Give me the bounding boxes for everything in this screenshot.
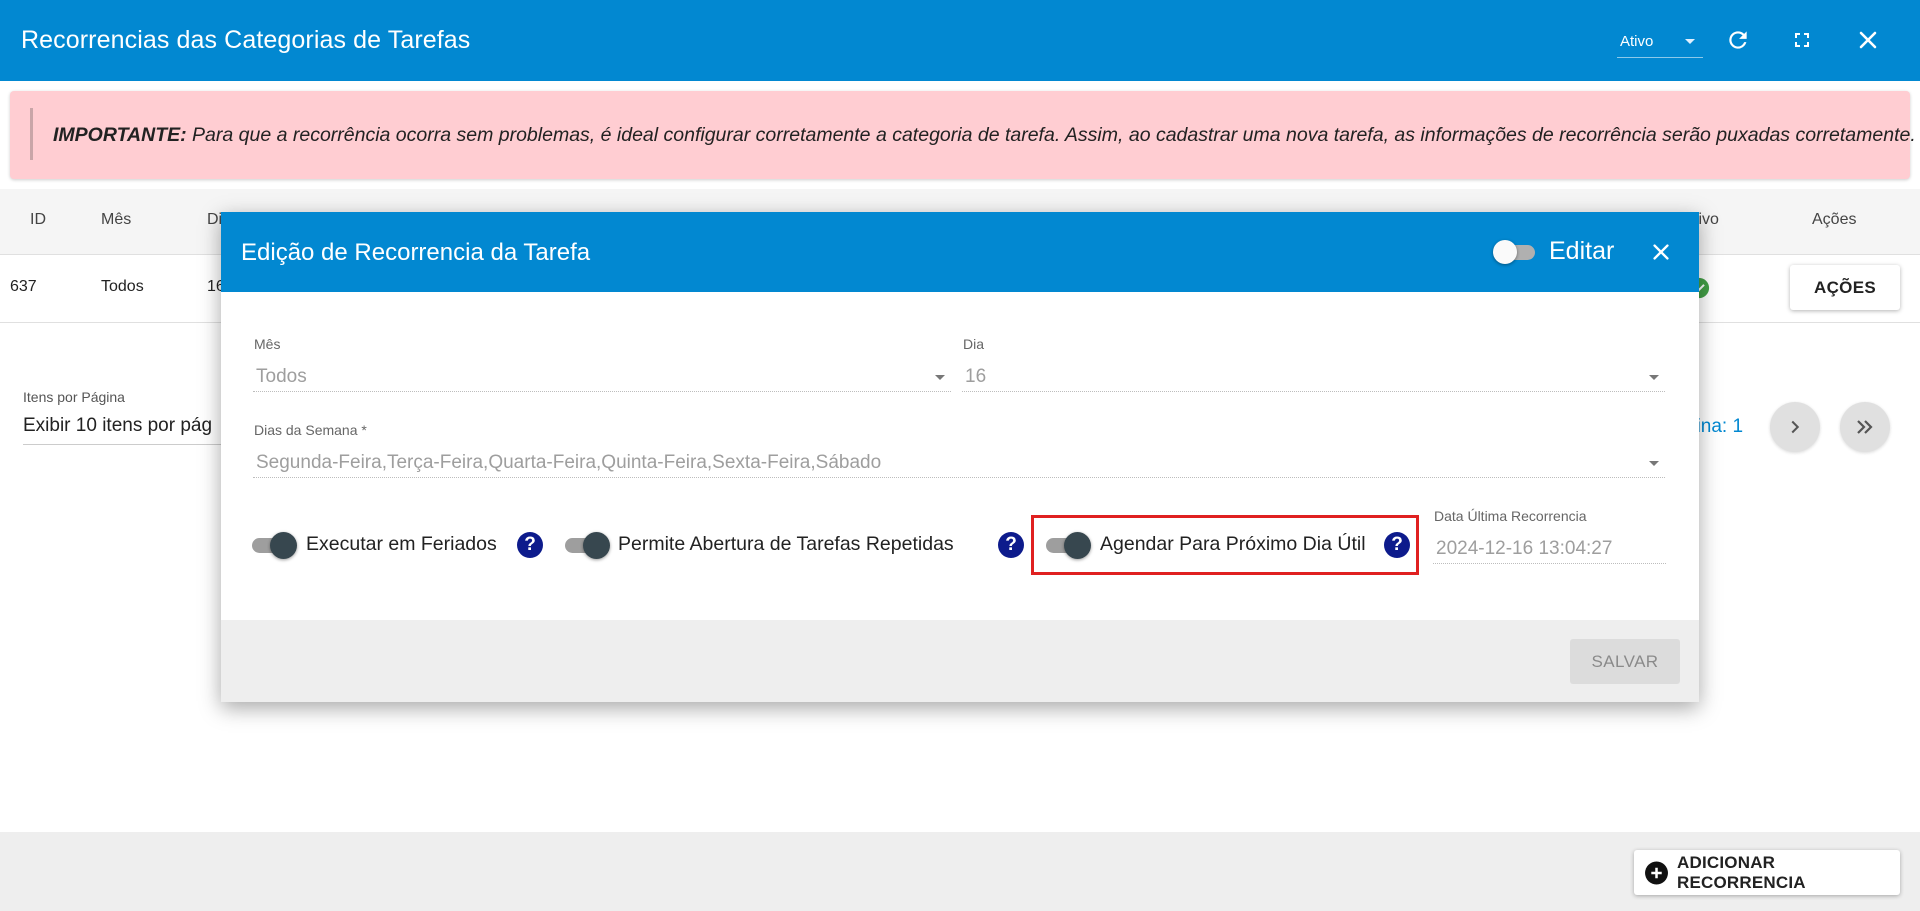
ultima-recorrencia-field[interactable]: 2024-12-16 13:04:27 bbox=[1433, 532, 1666, 564]
chevron-right-icon bbox=[1791, 420, 1800, 434]
dialog-footer bbox=[221, 620, 1699, 702]
status-select-value: Ativo bbox=[1620, 33, 1654, 50]
edit-toggle[interactable] bbox=[1493, 239, 1537, 265]
edit-label: Editar bbox=[1549, 237, 1615, 265]
dialog-title: Edição de Recorrencia da Tarefa bbox=[241, 239, 591, 266]
proximo-dia-util-label: Agendar Para Próximo Dia Útil bbox=[1100, 533, 1366, 555]
items-per-page-select[interactable]: Exibir 10 itens por pág bbox=[23, 415, 223, 445]
caret-down-icon bbox=[1685, 39, 1695, 44]
items-per-page-label: Itens por Página bbox=[23, 389, 125, 405]
edit-toggle-knob bbox=[1493, 240, 1517, 264]
repetidas-toggle[interactable] bbox=[565, 531, 611, 559]
add-circle-icon bbox=[1645, 861, 1668, 884]
mes-select[interactable]: Todos bbox=[253, 360, 951, 392]
col-id: ID bbox=[30, 211, 46, 228]
mes-label: Mês bbox=[254, 336, 281, 352]
help-icon[interactable]: ? bbox=[1384, 532, 1410, 558]
last-page-button[interactable] bbox=[1840, 402, 1890, 452]
ultima-recorrencia-label: Data Última Recorrencia bbox=[1434, 508, 1587, 524]
repetidas-label: Permite Abertura de Tarefas Repetidas bbox=[618, 533, 954, 555]
add-recurrence-label: ADICIONAR RECORRENCIA bbox=[1677, 852, 1806, 892]
dias-semana-select[interactable]: Segunda-Feira,Terça-Feira,Quarta-Feira,Q… bbox=[253, 446, 1665, 478]
notice-accent-bar bbox=[30, 108, 33, 160]
proximo-dia-util-toggle-knob bbox=[1064, 532, 1091, 559]
dias-semana-value: Segunda-Feira,Terça-Feira,Quarta-Feira,Q… bbox=[256, 452, 882, 473]
add-recurrence-button[interactable]: ADICIONAR RECORRENCIA bbox=[1634, 850, 1900, 895]
notice-text: IMPORTANTE: Para que a recorrência ocorr… bbox=[53, 124, 1916, 147]
caret-down-icon bbox=[1649, 375, 1659, 380]
status-select[interactable]: Ativo bbox=[1617, 24, 1703, 58]
close-icon[interactable] bbox=[1850, 22, 1886, 58]
save-button[interactable]: SALVAR bbox=[1570, 639, 1680, 684]
help-icon[interactable]: ? bbox=[998, 532, 1024, 558]
app-header: Recorrencias das Categorias de Tarefas A… bbox=[0, 0, 1920, 81]
double-chevron-right-icon bbox=[1857, 420, 1873, 434]
row-actions-button[interactable]: AÇÕES bbox=[1790, 265, 1900, 310]
refresh-icon[interactable] bbox=[1720, 22, 1756, 58]
row-mes: Todos bbox=[101, 278, 144, 295]
feriados-toggle[interactable] bbox=[252, 531, 298, 559]
notice-strong: IMPORTANTE: bbox=[53, 124, 187, 146]
feriados-toggle-knob bbox=[270, 532, 297, 559]
col-mes: Mês bbox=[101, 211, 132, 228]
row-id: 637 bbox=[10, 278, 37, 295]
dialog-close-icon[interactable] bbox=[1645, 236, 1677, 268]
dia-select[interactable]: 16 bbox=[962, 360, 1665, 392]
caret-down-icon bbox=[935, 375, 945, 380]
col-acoes: Ações bbox=[1812, 211, 1857, 228]
caret-down-icon bbox=[1649, 461, 1659, 466]
help-icon[interactable]: ? bbox=[517, 532, 543, 558]
ultima-recorrencia-value: 2024-12-16 13:04:27 bbox=[1436, 538, 1613, 559]
mes-value: Todos bbox=[256, 366, 307, 387]
fullscreen-icon[interactable] bbox=[1784, 22, 1820, 58]
next-page-button[interactable] bbox=[1770, 402, 1820, 452]
page-title: Recorrencias das Categorias de Tarefas bbox=[21, 26, 471, 54]
feriados-label: Executar em Feriados bbox=[306, 533, 497, 555]
page-footer bbox=[0, 832, 1920, 911]
col-dia: Di bbox=[207, 211, 223, 228]
dia-value: 16 bbox=[965, 366, 987, 387]
dias-semana-label: Dias da Semana * bbox=[254, 422, 367, 438]
important-notice: IMPORTANTE: Para que a recorrência ocorr… bbox=[10, 91, 1916, 179]
repetidas-toggle-knob bbox=[583, 532, 610, 559]
notice-body: Para que a recorrência ocorra sem proble… bbox=[186, 124, 1916, 146]
dialog-header: Edição de Recorrencia da Tarefa Editar bbox=[221, 212, 1699, 292]
proximo-dia-util-toggle[interactable] bbox=[1046, 531, 1092, 559]
dia-label: Dia bbox=[963, 336, 985, 352]
